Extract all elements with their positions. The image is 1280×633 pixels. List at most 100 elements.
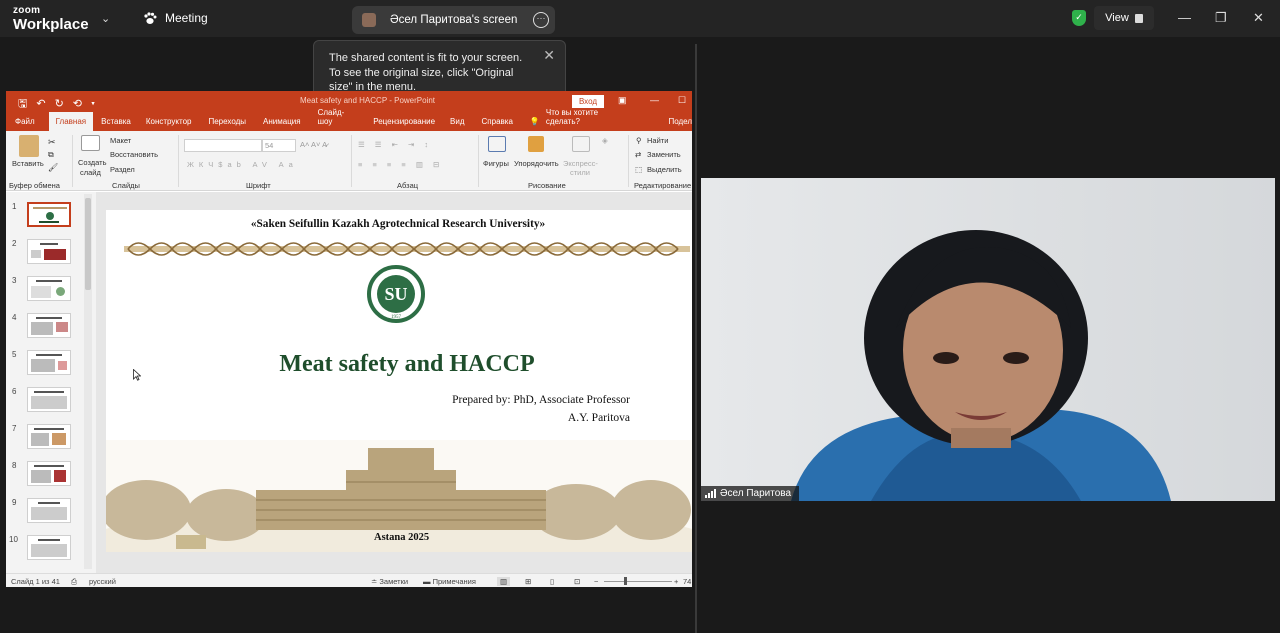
shapes-label[interactable]: Фигуры	[483, 159, 509, 168]
tab-home[interactable]: Главная	[48, 112, 94, 131]
shield-check-icon[interactable]: ✓	[1072, 10, 1086, 26]
zoom-workplace-logo[interactable]: zoom Workplace	[13, 6, 89, 33]
align-buttons[interactable]: ≡ ≡ ≡ ≡ ▥ ⊟	[358, 160, 443, 169]
language-indicator[interactable]: русский	[89, 577, 116, 586]
tab-file[interactable]: Файл	[15, 117, 35, 131]
participant-video[interactable]	[701, 178, 1275, 501]
copy-icon[interactable]: ⧉	[48, 150, 54, 160]
tab-view[interactable]: Вид	[450, 117, 464, 131]
cut-icon[interactable]: ✂	[48, 137, 56, 148]
ribbon-separator	[72, 135, 73, 187]
slide-thumbnail[interactable]	[27, 276, 71, 301]
ppt-maximize-icon[interactable]: ☐	[678, 95, 686, 106]
current-slide[interactable]: «Saken Seifullin Kazakh Agrotechnical Re…	[106, 210, 692, 552]
quick-styles-label-2[interactable]: стили	[570, 168, 590, 177]
paragraph-group-label: Абзац	[397, 181, 419, 190]
scrollbar-thumb[interactable]	[85, 198, 91, 290]
tab-insert[interactable]: Вставка	[101, 117, 131, 131]
slide-thumbnail[interactable]	[27, 313, 71, 338]
view-label: View	[1105, 12, 1129, 24]
ppt-minimize-icon[interactable]: —	[650, 95, 659, 105]
zoom-out-icon[interactable]: −	[594, 577, 598, 586]
view-button[interactable]: View	[1094, 6, 1154, 30]
quick-styles-icon[interactable]	[572, 136, 590, 152]
tab-design[interactable]: Конструктор	[146, 117, 192, 131]
select-button[interactable]: Выделить	[647, 165, 682, 174]
slide-thumbnail[interactable]	[27, 498, 71, 523]
meeting-button[interactable]: Meeting	[143, 11, 208, 25]
ribbon-separator	[478, 135, 479, 187]
slideshow-icon[interactable]: ⊡	[574, 577, 580, 586]
tab-transitions[interactable]: Переходы	[208, 117, 246, 131]
zoom-in-icon[interactable]: +	[674, 577, 678, 586]
font-name-input[interactable]	[184, 139, 262, 152]
quick-styles-label-1[interactable]: Экспресс-	[563, 159, 598, 168]
zoom-percent[interactable]: 74	[683, 577, 691, 586]
slide-thumbnail[interactable]	[27, 461, 71, 486]
search-icon[interactable]: ⚲	[636, 136, 642, 145]
chevron-down-icon[interactable]: ⌄	[101, 12, 110, 25]
slide-thumbnail[interactable]	[27, 387, 71, 412]
replace-button[interactable]: Заменить	[647, 150, 681, 159]
slide-counter: Слайд 1 из 41	[11, 577, 60, 586]
split-divider[interactable]	[695, 44, 697, 633]
slide-thumbnail[interactable]	[27, 424, 71, 449]
slide-thumbnail[interactable]	[27, 535, 71, 560]
font-size-select[interactable]: 54	[262, 139, 296, 152]
restore-icon[interactable]: ❐	[1215, 10, 1227, 26]
arrange-label[interactable]: Упорядочить	[514, 159, 559, 168]
list-buttons[interactable]: ☰ ☰ ⇤ ⇥ ↕	[358, 140, 432, 149]
shared-screen-title: Әсел Паритова's screen	[390, 14, 518, 26]
view-layout-icon	[1134, 13, 1143, 23]
thumbnail-number: 9	[12, 498, 17, 507]
tell-me-search[interactable]: Что вы хотите сделать?	[546, 108, 631, 131]
tab-animation[interactable]: Анимация	[263, 117, 301, 131]
slide-thumbnail[interactable]	[27, 239, 71, 264]
share-button[interactable]: Подел	[668, 117, 692, 131]
close-icon[interactable]: ✕	[1253, 10, 1264, 26]
ribbon-display-icon[interactable]: ▣	[618, 95, 627, 106]
replace-icon[interactable]: ⇄	[635, 150, 641, 159]
new-slide-label-1[interactable]: Создать	[78, 158, 107, 167]
minimize-icon[interactable]: —	[1178, 10, 1191, 25]
more-options-icon[interactable]: ···	[533, 12, 549, 28]
comments-button[interactable]: ▬ Примечания	[423, 577, 476, 586]
format-painter-icon[interactable]: 🖌	[48, 163, 58, 172]
select-icon[interactable]: ⬚	[635, 165, 642, 174]
shapes-icon[interactable]	[488, 136, 506, 152]
tab-slideshow[interactable]: Слайд-шоу	[318, 108, 358, 131]
section-button[interactable]: Раздел	[110, 165, 135, 174]
shape-fill-icon[interactable]: ◈	[602, 136, 608, 145]
zoom-slider[interactable]	[604, 581, 672, 582]
shared-screen-pill[interactable]: Әсел Паритова's screen ···	[352, 6, 555, 34]
normal-view-icon[interactable]: ▥	[497, 577, 511, 586]
thumbnail-number: 1	[12, 202, 17, 211]
prepared-by-block: Prepared by: PhD, Associate Professor A.…	[452, 391, 630, 427]
find-button[interactable]: Найти	[647, 136, 668, 145]
grow-font-icon[interactable]: A˄ A˅ A̷	[300, 140, 327, 149]
reading-view-icon[interactable]: ▯	[550, 577, 554, 586]
slide-sorter-icon[interactable]: ⊞	[525, 577, 531, 586]
drawing-group-label: Рисование	[528, 181, 566, 190]
arrange-icon[interactable]	[528, 136, 544, 152]
paste-icon[interactable]	[19, 135, 39, 157]
reset-button[interactable]: Восстановить	[110, 150, 158, 159]
tab-review[interactable]: Рецензирование	[373, 117, 435, 131]
slide-thumbnail[interactable]	[27, 350, 71, 375]
thumbnail-scrollbar[interactable]	[84, 194, 92, 569]
new-slide-icon[interactable]	[81, 135, 100, 151]
editing-group-label: Редактирование	[634, 181, 692, 190]
powerpoint-window: 🖫↶↻⟲▾ Meat safety and HACCP - PowerPoint…	[6, 91, 692, 587]
paste-label[interactable]: Вставить	[12, 159, 44, 168]
font-style-buttons[interactable]: ЖКЧ$ab AV Aa	[187, 160, 298, 169]
close-tooltip-icon[interactable]: ✕	[543, 48, 555, 63]
slide-thumbnail[interactable]	[27, 202, 71, 227]
notes-button[interactable]: ≐ Заметки	[371, 577, 408, 586]
new-slide-label-2[interactable]: слайд	[80, 168, 101, 177]
zoom-slider-handle[interactable]	[624, 577, 627, 585]
tab-help[interactable]: Справка	[482, 117, 513, 131]
spellcheck-icon[interactable]: ⎙	[71, 577, 77, 587]
university-name: «Saken Seifullin Kazakh Agrotechnical Re…	[250, 218, 546, 230]
layout-button[interactable]: Макет	[110, 136, 131, 145]
signin-button[interactable]: Вход	[572, 95, 604, 108]
